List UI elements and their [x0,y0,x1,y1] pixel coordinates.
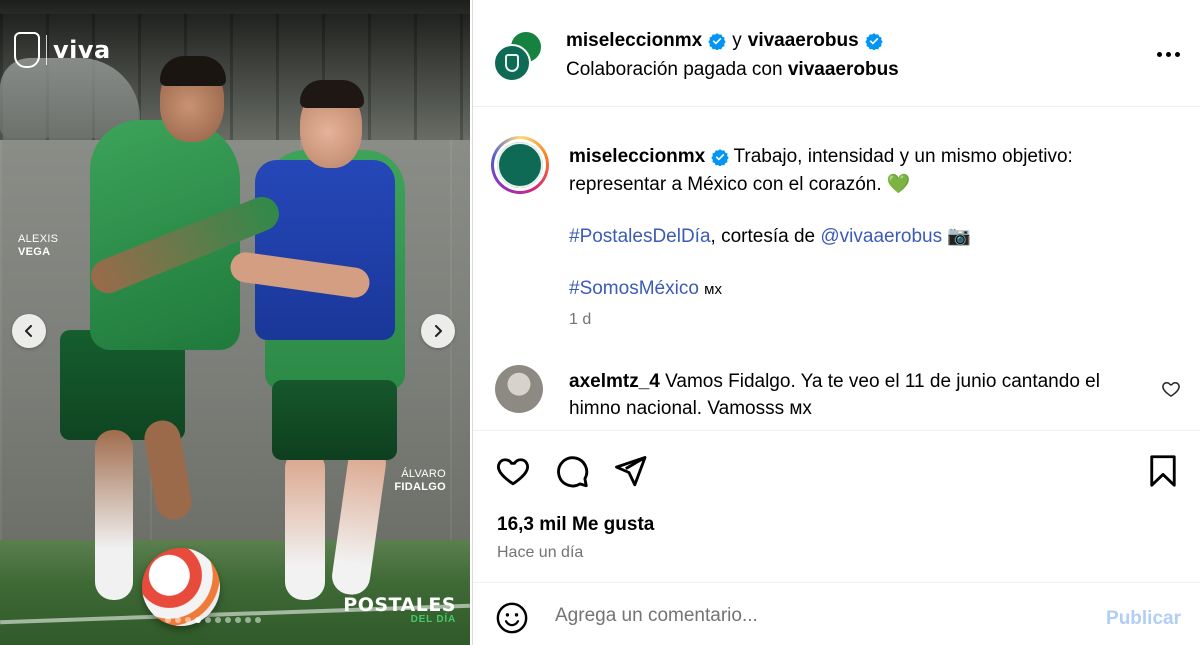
player-label-left: ALEXIS VEGA [18,233,58,259]
carousel-dot[interactable] [195,617,201,623]
paid-partnership-text: Colaboración pagada con [566,59,783,80]
caption-age[interactable]: 1 d [569,311,591,329]
caption-username[interactable]: miseleccionmx [569,146,705,167]
header-usernames: miseleccionmx y vivaaerobus [566,30,883,52]
post-panel: miseleccionmx y vivaaerobus Colaboración… [472,0,1200,645]
post-header: miseleccionmx y vivaaerobus Colaboración… [473,0,1200,107]
carousel-dots[interactable] [165,617,261,623]
comment-heart-icon[interactable] [1161,379,1181,399]
player-last-name: VEGA [18,246,51,258]
player-right-bib [255,160,395,340]
account-username[interactable]: miseleccionmx [566,30,702,52]
heart-icon[interactable] [495,453,531,489]
comment-input[interactable] [555,599,1075,633]
more-dot-icon [1174,51,1180,57]
player-first-name: ALEXIS [18,233,59,245]
camera-emoji: 📷 [947,226,972,247]
comment-bubble-icon[interactable] [554,453,590,489]
player-left-hair [160,56,226,86]
comment: axelmtz_4 Vamos Fidalgo. Ya te veo el 11… [569,368,1149,422]
player-label-right: ÁLVARO FIDALGO [390,468,446,494]
carousel-prev-button[interactable] [12,314,46,348]
paid-partner-name[interactable]: vivaaerobus [788,59,899,80]
mention-link[interactable]: @vivaaerobus [820,226,942,247]
collab-avatars[interactable] [493,30,545,82]
commenter-avatar[interactable] [495,365,543,413]
player-right-shorts [272,380,397,460]
carousel-dot[interactable] [255,617,261,623]
carousel-dot[interactable] [175,617,181,623]
flag-emoji: ᴍx [704,281,722,298]
share-paper-plane-icon[interactable] [612,453,648,489]
carousel-dot[interactable] [245,617,251,623]
grass-field [0,540,470,645]
comment-username[interactable]: axelmtz_4 [569,371,660,392]
player-first-name: ÁLVARO [401,468,446,480]
hashtag-link[interactable]: #PostalesDelDía [569,226,711,247]
player-last-name: FIDALGO [394,481,446,493]
postales-badge: POSTALES DEL DÍA [322,594,456,625]
verified-badge-icon [708,33,726,50]
postales-title: POSTALES [343,594,456,616]
brand-logo: viva [14,32,111,68]
viva-logo-text: viva [53,36,111,64]
likes-count[interactable]: 16,3 mil Me gusta [497,514,654,536]
caption-avatar[interactable] [491,136,549,194]
more-dot-icon [1165,51,1171,57]
chevron-left-icon [25,325,32,337]
collaborator-username[interactable]: vivaaerobus [748,30,859,52]
player-right-hair [300,80,364,108]
carousel-dot[interactable] [215,617,221,623]
avatar-miseleccionmx [497,142,543,188]
publish-button[interactable]: Publicar [1106,608,1181,630]
avatar-miseleccionmx[interactable] [493,44,531,82]
chevron-right-icon [435,325,442,337]
carousel-dot[interactable] [165,617,171,623]
carousel-dot[interactable] [205,617,211,623]
carousel-dot[interactable] [225,617,231,623]
mexico-crest-icon [497,142,543,188]
verified-badge-icon [710,149,729,166]
paid-partnership-label[interactable]: Colaboración pagada con vivaaerobus [566,59,899,81]
header-joiner: y [732,30,742,51]
post-photo: viva ALEXIS VEGA ÁLVARO FIDALGO POSTALES… [0,0,470,645]
more-dot-icon [1156,51,1162,57]
bookmark-icon[interactable] [1145,453,1181,489]
carousel-dot[interactable] [235,617,241,623]
emoji-smiley-icon[interactable] [495,601,529,635]
player-right-leg [285,450,325,600]
post-caption: miseleccionmx Trabajo, intensidad y un m… [569,143,1169,304]
add-comment-bar: Publicar [473,582,1200,645]
mexico-crest-icon [14,32,40,68]
logo-divider [46,35,47,65]
carousel-dot[interactable] [185,617,191,623]
caption-courtesy-text: , cortesía de [710,226,821,247]
post-timestamp[interactable]: Hace un día [497,544,583,562]
hashtag-link[interactable]: #SomosMéxico [569,278,699,299]
soccer-ball [142,548,220,626]
carousel-next-button[interactable] [421,314,455,348]
mexico-crest-icon [505,54,519,72]
player-left-leg [95,430,133,600]
post-actions: 16,3 mil Me gusta Hace un día [473,430,1200,575]
verified-badge-icon [864,33,883,50]
more-options-button[interactable] [1155,44,1181,64]
